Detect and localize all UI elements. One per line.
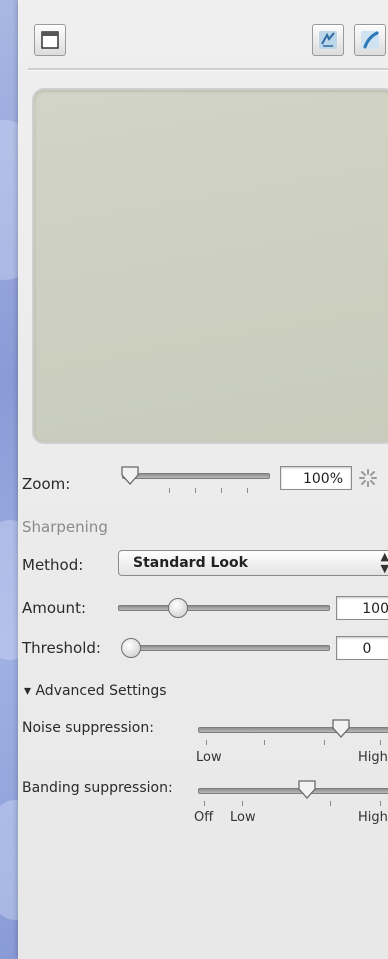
banding-tick (380, 801, 381, 806)
noise-suppression-slider-track[interactable] (198, 727, 388, 733)
noise-low-label: Low (196, 750, 222, 765)
noise-tick (324, 740, 325, 745)
amount-value-field[interactable]: 100 (336, 596, 388, 620)
noise-suppression-slider-knob[interactable] (330, 717, 352, 739)
sharpening-section-title: Sharpening (22, 518, 108, 536)
method-label: Method: (22, 556, 84, 574)
advanced-settings-toggle[interactable]: ▾ Advanced Settings (24, 683, 167, 699)
threshold-label: Threshold: (22, 639, 101, 657)
zoom-slider-track[interactable] (122, 473, 270, 479)
zoom-spinner-icon[interactable] (358, 468, 378, 488)
noise-suppression-label: Noise suppression: (22, 720, 154, 736)
image-preview[interactable] (32, 88, 388, 444)
window-toggle-button[interactable] (34, 24, 66, 56)
threshold-value-field[interactable]: 0 (336, 636, 388, 660)
noise-tick (380, 740, 381, 745)
compare-icon (319, 31, 337, 49)
banding-suppression-label: Banding suppression: (22, 780, 173, 796)
banding-tick (330, 801, 331, 806)
zoom-tick (221, 488, 222, 493)
banding-suppression-slider-knob[interactable] (296, 778, 318, 800)
noise-high-label: High (358, 750, 388, 765)
amount-label: Amount: (22, 599, 86, 617)
noise-tick (264, 740, 265, 745)
select-arrows-icon: ▲ ▼ (380, 550, 388, 575)
zoom-value-field[interactable]: 100% (280, 466, 352, 490)
amount-slider-knob[interactable] (167, 598, 188, 618)
method-select-value: Standard Look (133, 555, 248, 571)
brush-icon (361, 31, 379, 49)
threshold-slider-knob[interactable] (121, 638, 141, 658)
compare-button[interactable] (312, 24, 344, 56)
threshold-slider-track[interactable] (122, 645, 330, 651)
zoom-tick (195, 488, 196, 493)
banding-tick (204, 801, 205, 806)
banding-off-label: Off (194, 810, 214, 825)
banding-suppression-slider-track[interactable] (198, 788, 388, 794)
banding-tick (242, 801, 243, 806)
window-icon (41, 31, 59, 49)
noise-tick (206, 740, 207, 745)
toolbar-divider (28, 68, 388, 71)
zoom-slider-knob[interactable] (119, 464, 141, 486)
banding-high-label: High (358, 810, 388, 825)
zoom-label: Zoom: (22, 475, 71, 493)
brush-button[interactable] (354, 24, 386, 56)
method-select[interactable]: Standard Look ▲ ▼ (118, 550, 388, 576)
banding-low-label: Low (230, 810, 256, 825)
zoom-tick (247, 488, 248, 493)
zoom-tick (169, 488, 170, 493)
amount-slider-track[interactable] (118, 605, 330, 611)
sharpening-panel: Zoom: 100% Sharpening Method: Standard L… (18, 0, 388, 959)
